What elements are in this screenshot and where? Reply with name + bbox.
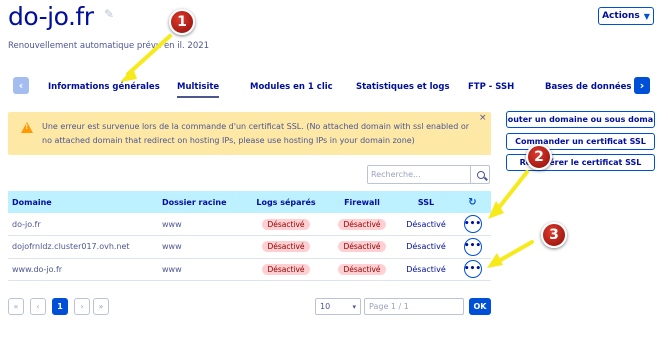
col-logs[interactable]: Logs séparés <box>246 191 326 213</box>
refresh-button[interactable]: ↻ <box>454 191 491 213</box>
tab-informations-generales[interactable]: Informations générales <box>48 82 160 92</box>
pencil-icon[interactable]: ✎ <box>104 8 116 20</box>
col-firewall[interactable]: Firewall <box>326 191 398 213</box>
add-domain-button[interactable]: Ajouter un domaine ou sous doma... <box>506 111 655 128</box>
callout-2: 2 <box>526 144 552 170</box>
alert-message: Une erreur est survenue lors de la comma… <box>42 122 470 145</box>
cell-domain: do-jo.fr <box>12 219 41 229</box>
tab-statistiques-logs[interactable]: Statistiques et logs <box>356 82 450 92</box>
annotation-arrowhead-1 <box>120 68 137 82</box>
chevron-down-icon: ▼ <box>643 11 650 21</box>
row-actions-button[interactable]: ••• <box>463 237 482 256</box>
page-title: do-jo.fr <box>8 2 94 31</box>
status-badge: Désactivé <box>338 218 386 230</box>
cell-root: www <box>162 219 182 229</box>
warning-icon <box>21 122 33 133</box>
cell-domain: www.do-jo.fr <box>12 264 63 274</box>
search-input[interactable]: Recherche... <box>371 170 421 179</box>
actions-label: Actions <box>602 11 640 21</box>
multisite-table: Domaine Dossier racine Logs séparés Fire… <box>8 191 491 281</box>
close-icon[interactable]: × <box>479 113 487 123</box>
pagination-next[interactable]: › <box>74 298 90 315</box>
tab-ftp-ssh[interactable]: FTP - SSH <box>468 82 514 92</box>
renewal-suffix: il. 2021 <box>177 41 210 51</box>
chevron-down-icon: ▾ <box>352 302 356 311</box>
callout-3: 3 <box>541 222 567 248</box>
table-header-row: Domaine Dossier racine Logs séparés Fire… <box>8 191 491 213</box>
row-actions-button[interactable]: ••• <box>463 260 482 279</box>
pagination-first[interactable]: « <box>8 298 24 315</box>
col-domain[interactable]: Domaine <box>8 191 158 213</box>
pagination-current[interactable]: 1 <box>52 298 68 315</box>
annotation-arrow-3 <box>495 240 534 264</box>
search-icon <box>476 170 485 179</box>
pagination-last[interactable]: » <box>93 298 109 315</box>
renewal-info: Renouvellement automatique prévu en il. … <box>8 41 209 51</box>
status-badge: Désactivé <box>262 241 310 253</box>
cell-domain: dojofrnldz.cluster017.ovh.net <box>12 242 130 252</box>
regen-suffix: érer le certificat SSL <box>549 158 642 167</box>
annotation-arrows <box>120 34 534 268</box>
status-badge: Désactivé <box>262 263 310 275</box>
callout-1: 1 <box>169 9 195 35</box>
cell-ssl: Désactivé <box>406 264 446 274</box>
table-row: do-jo.fr www Désactivé Désactivé Désacti… <box>8 213 491 236</box>
page-input[interactable]: Page 1 / 1 <box>364 298 464 315</box>
error-alert: Une erreur est survenue lors de la comma… <box>8 112 491 155</box>
table-row: www.do-jo.fr www Désactivé Désactivé Dés… <box>8 258 491 281</box>
status-badge: Désactivé <box>338 263 386 275</box>
search-box: Recherche... <box>367 165 490 184</box>
renewal-prefix: Renouvellement automatique prévu en <box>8 41 175 51</box>
search-button[interactable] <box>470 166 490 183</box>
ok-button[interactable]: OK <box>469 298 491 315</box>
cell-root: www <box>162 242 182 252</box>
pagination-prev[interactable]: ‹ <box>30 298 46 315</box>
cell-root: www <box>162 264 182 274</box>
cell-ssl: Désactivé <box>406 242 446 252</box>
col-ssl[interactable]: SSL <box>398 191 454 213</box>
status-badge: Désactivé <box>262 218 310 230</box>
table-row: dojofrnldz.cluster017.ovh.net www Désact… <box>8 236 491 258</box>
tab-multisite[interactable]: Multisite <box>177 82 220 98</box>
per-page-value: 10 <box>320 302 331 311</box>
actions-dropdown-button[interactable]: Actions ▼ <box>598 7 654 25</box>
status-badge: Désactivé <box>338 241 386 253</box>
col-root[interactable]: Dossier racine <box>158 191 246 213</box>
refresh-icon: ↻ <box>468 196 477 208</box>
tabs-prev-button[interactable]: ‹ <box>13 77 29 94</box>
row-actions-button[interactable]: ••• <box>463 215 482 233</box>
tab-bases-de-donnees[interactable]: Bases de données <box>545 82 631 92</box>
annotation-arrow-2 <box>495 170 529 212</box>
per-page-select[interactable]: 10 ▾ <box>315 298 361 315</box>
tabs-next-button[interactable]: › <box>634 77 650 94</box>
cell-ssl: Désactivé <box>406 219 446 229</box>
tab-modules-1-clic[interactable]: Modules en 1 clic <box>250 82 333 92</box>
